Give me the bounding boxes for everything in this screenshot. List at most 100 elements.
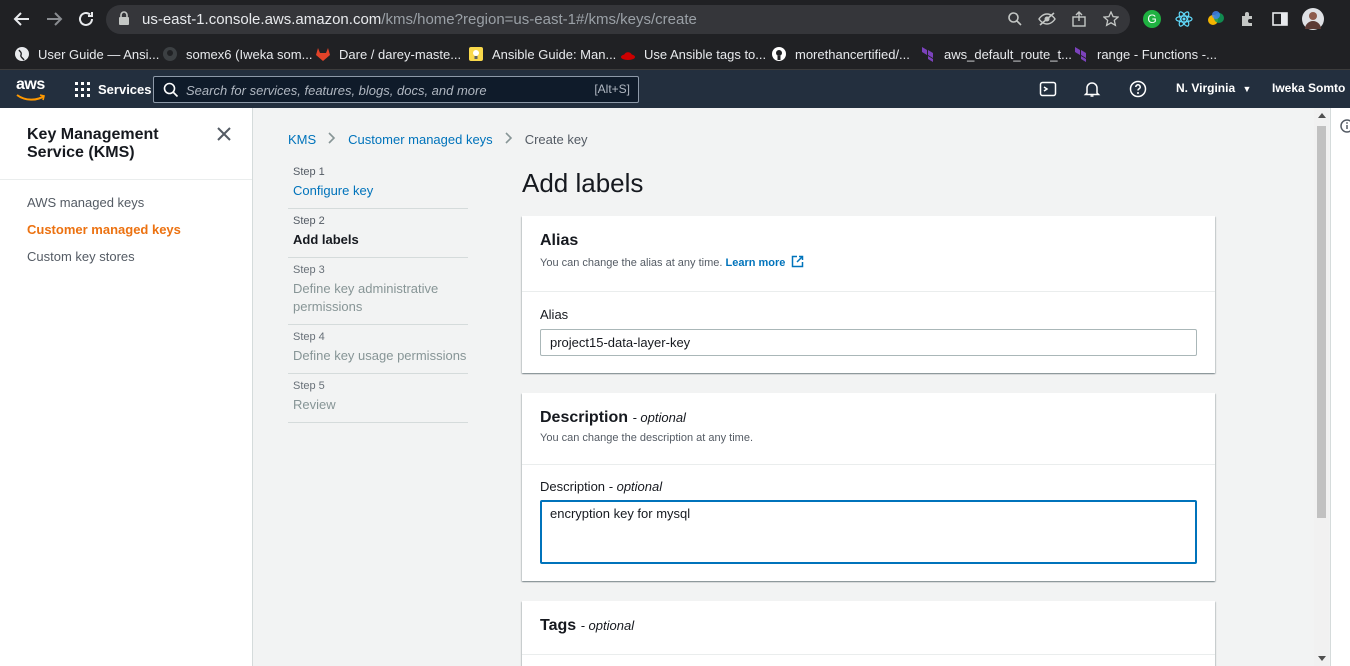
bookmark-item[interactable]: Dare / darey-maste... [315, 44, 461, 64]
step-title: Define key usage permissions [293, 348, 467, 363]
step-title: Define key administrative permissions [293, 281, 439, 314]
divider [0, 179, 252, 180]
bookmark-item[interactable]: somex6 (Iweka som... [162, 44, 312, 64]
chevron-right-icon [328, 131, 336, 147]
panel-title: Alias [540, 232, 579, 249]
notifications-bell-icon[interactable] [1083, 80, 1101, 98]
scrollbar-thumb[interactable] [1317, 126, 1326, 518]
share-icon[interactable] [1070, 11, 1088, 29]
terraform-icon [1075, 47, 1086, 62]
aws-smile-icon [16, 94, 45, 101]
caret-down-icon: ▼ [1242, 84, 1252, 94]
profile-avatar[interactable] [1302, 8, 1324, 30]
browser-toolbar: us-east-1.console.aws.amazon.com/kms/hom… [0, 0, 1350, 38]
scroll-up-arrow-icon[interactable] [1318, 113, 1326, 118]
external-link-icon[interactable] [791, 255, 804, 268]
wizard-step-5: Step 5 Review [288, 374, 468, 423]
url-text: us-east-1.console.aws.amazon.com/kms/hom… [142, 11, 697, 28]
bookmark-item[interactable]: morethancertified/... [771, 44, 910, 64]
search-input[interactable] [186, 81, 576, 99]
wizard-step-4: Step 4 Define key usage permissions [288, 325, 468, 374]
breadcrumb: KMS Customer managed keys Create key [288, 131, 588, 147]
bookmark-item[interactable]: User Guide — Ansi... [14, 44, 159, 64]
wizard-steps: Step 1 Configure key Step 2 Add labels S… [288, 160, 468, 423]
grid-icon [75, 81, 90, 97]
step-number: Step 1 [293, 166, 325, 178]
alias-panel: Alias You can change the alias at any ti… [522, 216, 1215, 373]
eye-off-icon[interactable] [1038, 11, 1056, 29]
panel-header: Alias You can change the alias at any ti… [522, 216, 1215, 292]
sidenav-title: Key Management Service (KMS) [27, 126, 159, 161]
zoom-icon[interactable] [1006, 11, 1024, 29]
panel-description: You can change the description at any ti… [540, 432, 754, 444]
panel-header: Tags - optional [522, 601, 1215, 655]
panel-header: Description - optional You can change th… [522, 393, 1215, 465]
terraform-icon [922, 47, 933, 62]
lock-icon [119, 11, 129, 25]
search-shortcut-hint: [Alt+S] [594, 82, 630, 96]
chevron-right-icon [505, 131, 513, 147]
search-icon [163, 82, 179, 98]
globe-icon [15, 47, 29, 61]
cloudshell-icon[interactable] [1039, 80, 1057, 98]
alias-field-label: Alias [540, 307, 569, 322]
bookmark-item[interactable]: Ansible Guide: Man... [468, 44, 616, 64]
bookmarks-bar: User Guide — Ansi... somex6 (Iweka som..… [0, 38, 1350, 70]
puzzle-extensions-icon[interactable] [1239, 10, 1257, 28]
step-number: Step 2 [293, 215, 325, 227]
learn-more-link[interactable]: Learn more [726, 257, 786, 269]
close-icon[interactable] [216, 126, 232, 142]
step-title: Add labels [293, 232, 359, 247]
back-arrow-icon[interactable] [12, 9, 32, 29]
forward-arrow-icon[interactable] [44, 9, 64, 29]
aws-console-header: aws Services [Alt+S] N. Virginia ▼ Iweka… [0, 70, 1350, 108]
react-devtools-icon[interactable] [1175, 10, 1193, 28]
page-scrollbar[interactable] [1314, 108, 1329, 666]
gitlab-icon [316, 48, 330, 61]
breadcrumb-create-key: Create key [524, 131, 588, 147]
services-button[interactable]: Services [75, 79, 152, 99]
wizard-step-3: Step 3 Define key administrative permiss… [288, 258, 468, 325]
scroll-down-arrow-icon[interactable] [1318, 656, 1326, 661]
breadcrumb-kms[interactable]: KMS [288, 132, 316, 147]
account-menu[interactable]: Iweka Somto ▼ [1272, 81, 1350, 95]
console-search[interactable]: [Alt+S] [153, 76, 639, 103]
star-icon[interactable] [1102, 10, 1120, 29]
sidenav-item-aws-managed-keys[interactable]: AWS managed keys [27, 195, 144, 210]
reload-icon[interactable] [76, 9, 96, 29]
step-number: Step 3 [293, 264, 325, 276]
panel-title: Tags - optional [540, 617, 635, 634]
side-navigation: Key Management Service (KMS) AWS managed… [0, 108, 253, 666]
page-title: Add labels [522, 168, 644, 198]
panel-title: Description - optional [540, 409, 686, 426]
color-extension-icon[interactable] [1207, 10, 1225, 28]
panel-description: You can change the alias at any time. Le… [540, 255, 1197, 269]
step-number: Step 4 [293, 331, 325, 343]
address-bar[interactable]: us-east-1.console.aws.amazon.com/kms/hom… [106, 5, 1130, 34]
utility-panel-strip [1330, 108, 1350, 666]
side-panel-icon[interactable] [1271, 10, 1289, 28]
help-icon[interactable] [1129, 80, 1147, 98]
step-title[interactable]: Configure key [293, 182, 468, 200]
wizard-step-2: Step 2 Add labels [288, 209, 468, 258]
step-title: Review [293, 397, 336, 412]
github-icon [163, 47, 177, 61]
alias-input[interactable] [540, 329, 1197, 356]
info-icon[interactable] [1340, 119, 1350, 133]
sidenav-item-customer-managed-keys[interactable]: Customer managed keys [27, 222, 181, 237]
description-textarea[interactable]: encryption key for mysql [540, 500, 1197, 564]
breadcrumb-customer-managed-keys[interactable]: Customer managed keys [348, 132, 493, 147]
description-panel: Description - optional You can change th… [522, 393, 1215, 581]
wizard-step-1[interactable]: Step 1 Configure key [288, 160, 468, 209]
bulb-icon [469, 47, 483, 61]
bookmark-item[interactable]: aws_default_route_t... [920, 44, 1072, 64]
sidenav-item-custom-key-stores[interactable]: Custom key stores [27, 249, 135, 264]
extension-grammar-icon[interactable]: G [1143, 10, 1161, 28]
aws-logo[interactable]: aws [16, 76, 46, 102]
description-field-label: Description - optional [540, 479, 663, 494]
region-selector[interactable]: N. Virginia ▼ [1176, 81, 1251, 95]
bookmark-item[interactable]: range - Functions -... [1073, 44, 1217, 64]
redhat-icon [621, 52, 635, 60]
tags-panel: Tags - optional [522, 601, 1215, 666]
bookmark-item[interactable]: Use Ansible tags to... [620, 44, 766, 64]
